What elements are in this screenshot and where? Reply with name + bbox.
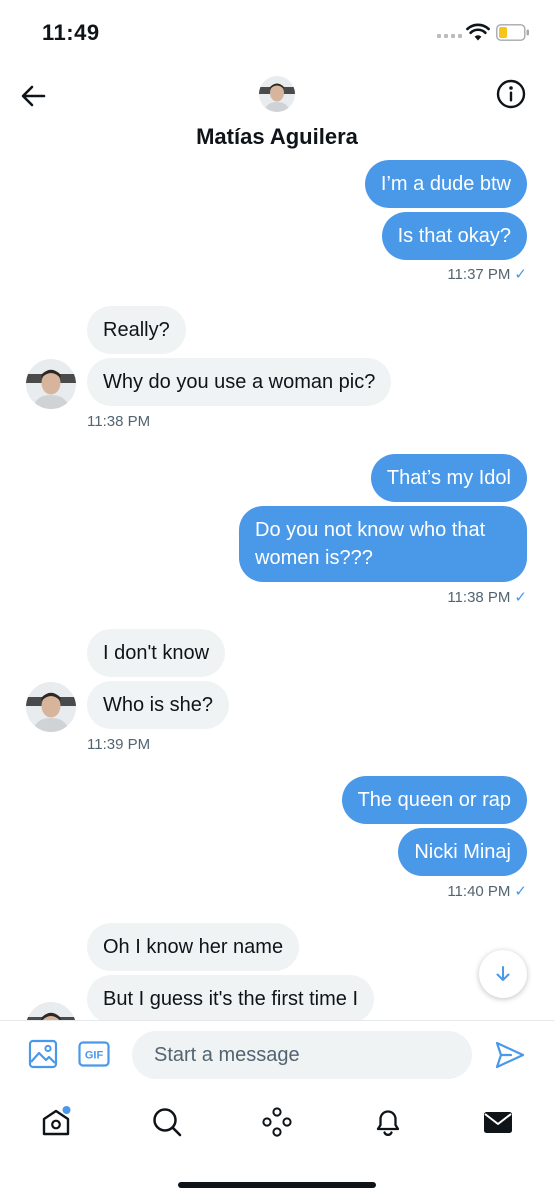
scroll-to-bottom-button[interactable]	[479, 950, 527, 998]
nav-messages[interactable]	[480, 1104, 516, 1140]
outgoing-message[interactable]: The queen or rap	[341, 776, 527, 824]
gif-icon: GIF	[78, 1041, 110, 1067]
outgoing-message[interactable]: Nicki Minaj	[398, 828, 527, 876]
incoming-message[interactable]: Why do you use a woman pic?	[87, 358, 392, 406]
gif-button[interactable]: GIF	[78, 1041, 110, 1067]
nav-home[interactable]	[38, 1104, 74, 1140]
outgoing-message[interactable]: Is that okay?	[381, 212, 527, 260]
nav-search[interactable]	[149, 1104, 185, 1140]
incoming-message[interactable]: Really?	[87, 306, 186, 354]
message-timestamp: 11:38 PM	[87, 413, 151, 430]
message-timestamp: 11:40 PM ✓	[447, 883, 527, 900]
incoming-message[interactable]: But I guess it's the first time I	[87, 975, 375, 1020]
info-circle-icon[interactable]	[495, 78, 527, 110]
messages-envelope-icon	[484, 1112, 512, 1133]
status-time: 11:49	[42, 20, 100, 45]
message-timestamp: 11:37 PM ✓	[447, 266, 527, 283]
nav-spaces[interactable]	[259, 1104, 295, 1140]
cellular-signal-icon	[437, 34, 462, 38]
home-indicator[interactable]	[178, 1182, 376, 1188]
home-icon	[42, 1106, 71, 1136]
message-thread[interactable]: I’m a dude btw Is that okay? 11:37 PM ✓ R…	[0, 158, 554, 1020]
spaces-icon	[262, 1107, 292, 1137]
message-timestamp: 11:39 PM	[87, 736, 151, 753]
nav-notifications[interactable]	[370, 1104, 406, 1140]
notifications-bell-icon	[376, 1110, 400, 1136]
arrow-down-icon	[496, 966, 510, 981]
incoming-message[interactable]: Oh I know her name	[87, 923, 300, 971]
wifi-icon	[466, 23, 490, 41]
image-icon[interactable]	[28, 1039, 58, 1069]
contact-avatar[interactable]	[259, 76, 295, 112]
sender-avatar[interactable]	[26, 682, 76, 732]
outgoing-message[interactable]: I’m a dude btw	[364, 160, 527, 208]
conversation-header: Matías Aguilera	[0, 66, 554, 158]
read-check-icon: ✓	[514, 883, 527, 900]
sender-avatar[interactable]	[26, 359, 76, 409]
outgoing-message[interactable]: Do you not know who that women is???	[239, 506, 527, 582]
battery-icon	[496, 24, 529, 41]
incoming-message[interactable]: Who is she?	[87, 681, 230, 729]
incoming-message[interactable]: I don't know	[87, 629, 226, 677]
message-timestamp: 11:38 PM ✓	[447, 589, 527, 606]
back-arrow-icon[interactable]	[18, 82, 50, 110]
search-icon	[153, 1108, 182, 1137]
read-check-icon: ✓	[514, 266, 527, 283]
send-icon[interactable]	[494, 1040, 526, 1070]
sender-avatar[interactable]	[26, 1002, 76, 1020]
status-bar: 11:49	[0, 0, 554, 66]
bottom-navigation	[0, 1088, 554, 1200]
contact-name[interactable]: Matías Aguilera	[0, 124, 554, 150]
message-input[interactable]	[132, 1031, 472, 1079]
message-composer: GIF	[0, 1020, 554, 1088]
read-check-icon: ✓	[514, 589, 527, 606]
svg-text:GIF: GIF	[85, 1050, 104, 1062]
outgoing-message[interactable]: That’s my Idol	[370, 454, 527, 502]
